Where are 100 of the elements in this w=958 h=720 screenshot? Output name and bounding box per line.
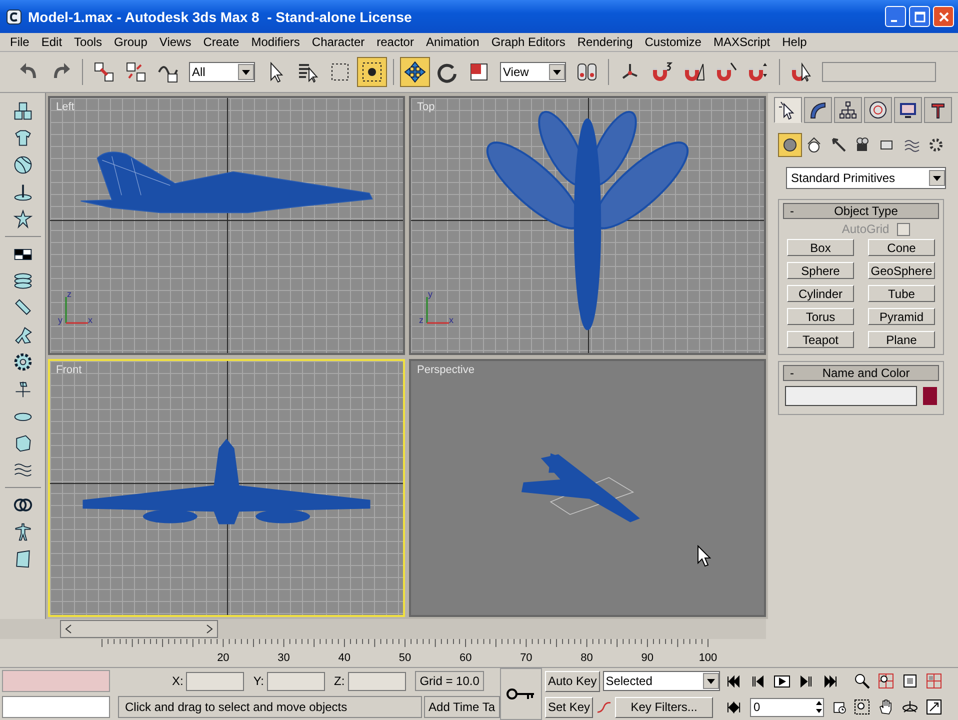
snap-icon: [650, 60, 674, 84]
motion-icon: [868, 100, 888, 120]
menu-item[interactable]: Edit: [35, 35, 68, 49]
zoom-all-icon[interactable]: [878, 673, 894, 689]
menu-item[interactable]: Rendering: [571, 35, 639, 49]
menu-item[interactable]: Animation: [420, 35, 486, 49]
primitive-button[interactable]: Teapot: [787, 331, 854, 348]
primitive-button[interactable]: Plane: [868, 331, 935, 348]
autogrid-label: AutoGrid: [842, 222, 890, 236]
set-key-button[interactable]: Set Key: [545, 696, 594, 718]
category-dropdown[interactable]: Standard Primitives: [786, 167, 946, 189]
primitive-button[interactable]: Torus: [787, 308, 854, 325]
pin-icon[interactable]: [12, 182, 32, 202]
auto-key-button[interactable]: Auto Key: [545, 670, 600, 692]
go-to-start-icon[interactable]: [726, 674, 742, 688]
frame-ruler[interactable]: 20 30 40 50 60 70 80 90 100: [46, 639, 766, 667]
key-mode-icon[interactable]: [726, 700, 742, 714]
modify-tab[interactable]: [804, 97, 832, 123]
key-set-dropdown[interactable]: Selected: [602, 671, 720, 691]
add-time-tag-button[interactable]: Add Time Ta: [424, 696, 500, 718]
zoom-extents-all-icon[interactable]: [926, 673, 942, 689]
star-icon[interactable]: [12, 209, 32, 229]
primitive-button[interactable]: Cylinder: [787, 285, 854, 302]
go-to-end-icon[interactable]: [822, 674, 838, 688]
maximize-button[interactable]: [909, 6, 930, 27]
close-button[interactable]: [933, 6, 954, 27]
script-field[interactable]: [2, 696, 110, 718]
menu-item[interactable]: Modifiers: [245, 35, 306, 49]
menu-item[interactable]: Group: [108, 35, 154, 49]
geometry-category-button[interactable]: [778, 133, 802, 157]
tangent-curve-icon[interactable]: [596, 700, 612, 714]
next-frame-icon[interactable]: [798, 674, 814, 688]
key-icon[interactable]: [506, 687, 536, 701]
minimize-button[interactable]: [885, 6, 906, 27]
shirt-icon[interactable]: [12, 128, 32, 148]
maximize-viewport-icon[interactable]: [926, 699, 942, 715]
key-filters-button[interactable]: Key Filters...: [615, 696, 714, 718]
menu-item[interactable]: File: [4, 35, 36, 49]
coil-icon[interactable]: [12, 271, 32, 291]
spinner-icon[interactable]: [815, 700, 824, 714]
coordinate-field[interactable]: [348, 672, 406, 690]
ruler-label: 30: [278, 652, 290, 664]
vane-icon[interactable]: [12, 379, 32, 399]
dropdown-arrow-icon: [707, 678, 715, 684]
play-icon[interactable]: [774, 674, 790, 688]
toolbar-dropdown[interactable]: View: [500, 62, 566, 82]
primitive-button[interactable]: Sphere: [787, 262, 854, 279]
window-title: Model-1.max - Autodesk 3ds Max 8 - Stand-alone License: [28, 8, 413, 24]
sphere-icon[interactable]: [12, 155, 32, 175]
menu-item[interactable]: Graph Editors: [485, 35, 572, 49]
mouse-cursor-icon: [697, 544, 711, 566]
menu-item[interactable]: Views: [153, 35, 198, 49]
menu-item[interactable]: Customize: [638, 35, 708, 49]
current-frame-field[interactable]: 0: [750, 698, 824, 716]
tube-icon[interactable]: [12, 298, 32, 318]
search-icon[interactable]: [854, 673, 870, 689]
previous-frame-icon[interactable]: [750, 674, 766, 688]
menu-item[interactable]: Create: [197, 35, 246, 49]
listener-field[interactable]: [2, 670, 110, 692]
object-name-field[interactable]: [785, 386, 917, 406]
coordinate-field[interactable]: [267, 672, 326, 690]
create-tab[interactable]: [774, 97, 802, 123]
primitive-button[interactable]: GeoSphere: [868, 262, 935, 279]
primitive-button[interactable]: Tube: [868, 285, 935, 302]
gear-icon[interactable]: [12, 352, 32, 372]
status-prompt: Click and drag to select and move objects: [118, 696, 422, 718]
hand-icon[interactable]: [878, 699, 894, 715]
primitive-button[interactable]: Box: [787, 239, 854, 256]
move-tool-button[interactable]: [400, 57, 430, 87]
crossing-tool-button[interactable]: [357, 57, 387, 87]
zoom-extents-icon[interactable]: [902, 673, 918, 689]
hierarchy-tab[interactable]: [834, 97, 862, 123]
display-tab[interactable]: [894, 97, 922, 123]
primitive-button[interactable]: Pyramid: [868, 308, 935, 325]
rollout-header[interactable]: - Name and Color: [783, 365, 939, 381]
ruler-label: 100: [698, 652, 718, 664]
toolbar-dropdown[interactable]: All: [189, 62, 255, 82]
dropdown-arrow-icon: [933, 176, 941, 180]
time-configuration-icon[interactable]: [832, 700, 848, 714]
time-slider-handle[interactable]: [60, 620, 218, 638]
utilities-tab[interactable]: [924, 97, 952, 123]
menu-item[interactable]: reactor: [370, 35, 420, 49]
rollout-header[interactable]: - Object Type: [783, 203, 939, 219]
menu-item[interactable]: Help: [776, 35, 813, 49]
figure-icon[interactable]: [12, 522, 32, 542]
motion-tab[interactable]: [864, 97, 892, 123]
cubes-icon[interactable]: [12, 101, 32, 121]
region-zoom-icon[interactable]: [854, 699, 870, 715]
coordinate-label: Z:: [334, 674, 345, 688]
orbit-icon[interactable]: [902, 699, 918, 715]
coordinate-label: Y:: [253, 674, 264, 688]
object-color-swatch[interactable]: [923, 387, 937, 405]
named-selection-field[interactable]: [822, 62, 936, 82]
bend-icon[interactable]: [12, 325, 32, 345]
menu-item[interactable]: MAXScript: [707, 35, 776, 49]
menu-item[interactable]: Character: [306, 35, 371, 49]
ruler-label: 20: [217, 652, 230, 664]
menu-item[interactable]: Tools: [68, 35, 108, 49]
coordinate-field[interactable]: [186, 672, 244, 690]
primitive-button[interactable]: Cone: [868, 239, 935, 256]
